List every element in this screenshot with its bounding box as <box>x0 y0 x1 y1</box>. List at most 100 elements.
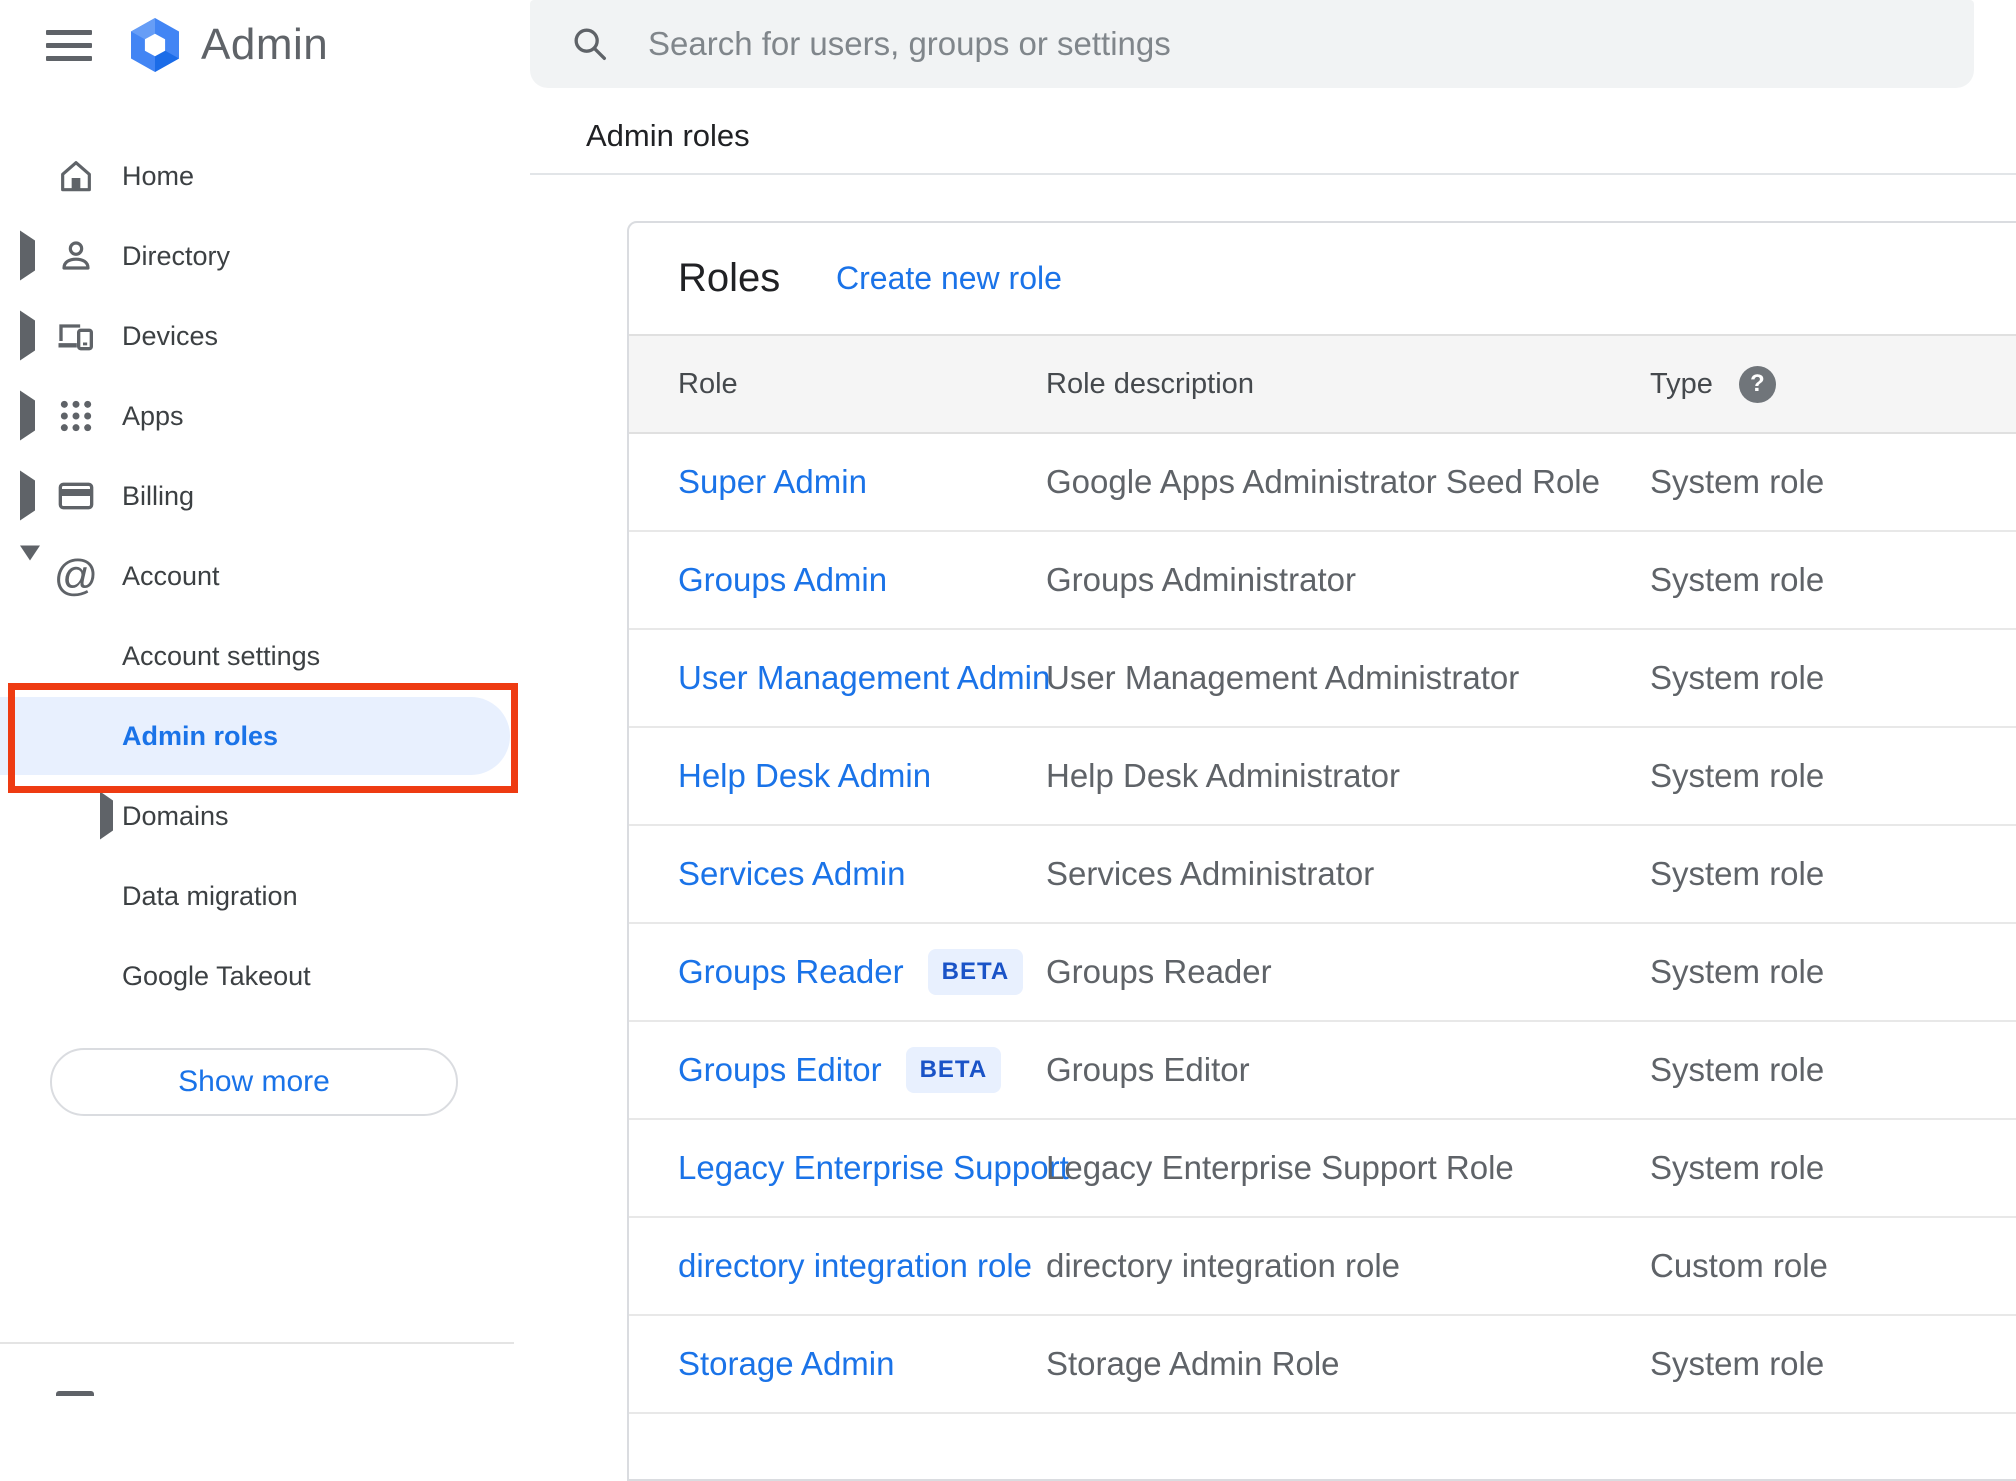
table-row: directory integration role directory int… <box>629 1218 2016 1316</box>
role-link[interactable]: Services Admin <box>678 855 905 893</box>
sidebar-item-billing[interactable]: Billing <box>0 456 514 536</box>
chevron-down-icon[interactable] <box>20 545 40 592</box>
role-link-label: Services Admin <box>678 855 906 892</box>
chevron-right-icon[interactable] <box>20 470 35 521</box>
role-link[interactable]: Groups Editor BETA <box>678 1047 1002 1093</box>
role-link[interactable]: Storage Admin <box>678 1345 894 1383</box>
sidebar-item-label: Billing <box>122 480 195 511</box>
role-link-label: Groups Admin <box>678 561 888 598</box>
role-description: Storage Admin Role <box>1046 1345 1340 1382</box>
beta-badge: BETA <box>927 949 1024 995</box>
role-link-label: directory integration role <box>678 1247 1033 1284</box>
create-new-role-link[interactable]: Create new role <box>836 260 1062 297</box>
role-description: User Management Administrator <box>1046 659 1520 696</box>
admin-logo: Admin <box>126 16 328 74</box>
role-link[interactable]: directory integration role <box>678 1247 1032 1285</box>
sidebar-nav: Home Directory Devices Apps Billing @ Ac… <box>0 136 514 1016</box>
app-title: Admin <box>201 20 329 69</box>
table-header-row: Role Role description Type ? <box>629 334 2016 434</box>
role-description: directory integration role <box>1046 1247 1401 1284</box>
table-row: Storage Admin Storage Admin Role System … <box>629 1316 2016 1414</box>
sidebar-header: Admin <box>0 0 514 90</box>
sidebar-item-label: Account settings <box>122 640 321 671</box>
sidebar-item-label: Home <box>122 160 195 191</box>
role-description: Groups Editor <box>1046 1051 1250 1088</box>
role-link-label: Legacy Enterprise Support <box>678 1149 1069 1186</box>
role-type: System role <box>1650 757 1825 794</box>
role-description: Groups Administrator <box>1046 561 1356 598</box>
table-row: Groups Reader BETA Groups Reader System … <box>629 924 2016 1022</box>
role-link[interactable]: User Management Admin <box>678 659 1050 697</box>
role-type: System role <box>1650 855 1825 892</box>
role-description: Groups Reader <box>1046 953 1272 990</box>
search-input[interactable] <box>648 25 1928 63</box>
role-link[interactable]: Groups Reader BETA <box>678 949 1024 995</box>
table-row: Help Desk Admin Help Desk Administrator … <box>629 728 2016 826</box>
search-icon <box>570 24 610 64</box>
table-row: User Management Admin User Management Ad… <box>629 630 2016 728</box>
role-link-label: User Management Admin <box>678 659 1051 696</box>
table-row: Super Admin Google Apps Administrator Se… <box>629 434 2016 532</box>
sidebar-item-label: Account <box>122 560 220 591</box>
at-sign-icon: @ <box>53 551 99 600</box>
roles-card-header: Roles Create new role <box>629 223 2016 334</box>
role-description: Legacy Enterprise Support Role <box>1046 1149 1514 1186</box>
admin-hexagon-icon <box>131 18 179 72</box>
roles-card: Roles Create new role Role Role descript… <box>627 221 2016 1481</box>
role-link[interactable]: Legacy Enterprise Support <box>678 1149 1069 1187</box>
role-link-label: Groups Editor <box>678 1051 882 1088</box>
sidebar-divider <box>0 1342 514 1344</box>
role-link[interactable]: Super Admin <box>678 463 867 501</box>
show-more-button[interactable]: Show more <box>50 1048 458 1116</box>
column-header-role: Role <box>678 367 738 400</box>
sidebar-item-home[interactable]: Home <box>0 136 514 216</box>
sidebar-item-google-takeout[interactable]: Google Takeout <box>0 936 514 1016</box>
person-icon <box>54 234 98 278</box>
chevron-right-icon[interactable] <box>20 310 35 361</box>
devices-icon <box>54 314 98 358</box>
sidebar-item-apps[interactable]: Apps <box>0 376 514 456</box>
sidebar-item-label: Data migration <box>122 880 298 911</box>
role-description: Services Administrator <box>1046 855 1375 892</box>
chevron-right-icon[interactable] <box>100 791 113 840</box>
table-row: Legacy Enterprise Support Legacy Enterpr… <box>629 1120 2016 1218</box>
chevron-right-icon[interactable] <box>20 230 35 281</box>
sidebar-item-directory[interactable]: Directory <box>0 216 514 296</box>
search-bar[interactable] <box>530 0 1974 88</box>
home-icon <box>54 154 98 198</box>
role-link-label: Help Desk Admin <box>678 757 932 794</box>
sidebar-item-admin-roles[interactable]: Admin roles <box>0 696 514 776</box>
role-link[interactable]: Help Desk Admin <box>678 757 931 795</box>
sidebar-item-label: Domains <box>122 800 229 831</box>
chevron-right-icon[interactable] <box>20 390 35 441</box>
table-row: Groups Admin Groups Administrator System… <box>629 532 2016 630</box>
role-link-label: Groups Reader <box>678 953 904 990</box>
role-type: System role <box>1650 1345 1825 1382</box>
column-header-role-description: Role description <box>1046 367 1254 400</box>
role-type: Custom role <box>1650 1247 1828 1284</box>
table-row: Services Admin Services Administrator Sy… <box>629 826 2016 924</box>
role-type: System role <box>1650 659 1825 696</box>
role-type: System role <box>1650 561 1825 598</box>
role-type: System role <box>1650 1051 1825 1088</box>
header-divider <box>530 173 2016 175</box>
role-description: Help Desk Administrator <box>1046 757 1400 794</box>
role-type: System role <box>1650 1149 1825 1186</box>
sidebar-item-devices[interactable]: Devices <box>0 296 514 376</box>
breadcrumb: Admin roles <box>586 118 750 153</box>
role-type: System role <box>1650 953 1825 990</box>
sidebar-item-label: Apps <box>122 400 184 431</box>
apps-grid-icon <box>54 394 98 438</box>
role-type: System role <box>1650 463 1825 500</box>
sidebar-item-domains[interactable]: Domains <box>0 776 514 856</box>
sidebar: Admin Home Directory Devices Apps Billin… <box>0 0 518 1396</box>
hamburger-menu-icon[interactable] <box>46 22 92 69</box>
help-icon[interactable]: ? <box>1738 365 1776 403</box>
sidebar-item-data-migration[interactable]: Data migration <box>0 856 514 936</box>
sidebar-item-label: Devices <box>122 320 219 351</box>
beta-badge: BETA <box>905 1047 1002 1093</box>
sidebar-item-account-settings[interactable]: Account settings <box>0 616 514 696</box>
sidebar-item-account[interactable]: @ Account <box>0 536 514 616</box>
role-link[interactable]: Groups Admin <box>678 561 887 599</box>
column-header-type-label: Type <box>1650 367 1713 400</box>
